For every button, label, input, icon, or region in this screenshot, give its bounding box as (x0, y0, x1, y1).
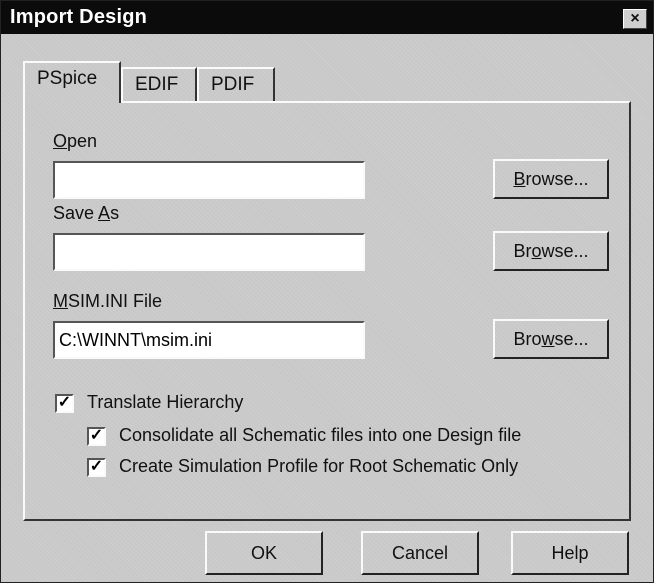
save-as-browse-button[interactable]: Browse... (493, 231, 609, 271)
window-title: Import Design (10, 6, 148, 28)
title-bar[interactable]: Import Design × (1, 1, 653, 34)
simulation-profile-checkbox[interactable]: ✓ (87, 458, 106, 477)
tab-pdif-label: PDIF (211, 74, 255, 95)
translate-hierarchy-checkbox[interactable]: ✓ (55, 394, 74, 413)
checkmark-icon: ✓ (89, 427, 104, 444)
save-as-input[interactable] (53, 233, 365, 271)
pspice-tab-panel: Open Browse... Save As Browse... MSIM.IN… (23, 101, 631, 521)
checkmark-icon: ✓ (89, 458, 104, 475)
tab-pspice-label: PSpice (37, 68, 98, 89)
translate-hierarchy-label: Translate Hierarchy (87, 392, 244, 412)
close-button[interactable]: × (623, 9, 647, 29)
tab-edif[interactable]: EDIF (121, 67, 197, 101)
msim-ini-label: MSIM.INI File (53, 291, 163, 311)
tab-pdif[interactable]: PDIF (197, 67, 275, 101)
open-label: Open (53, 131, 98, 151)
consolidate-label: Consolidate all Schematic files into one… (119, 425, 522, 445)
consolidate-checkbox[interactable]: ✓ (87, 427, 106, 446)
save-as-label: Save As (53, 203, 120, 223)
tab-edif-label: EDIF (135, 74, 179, 95)
cancel-button[interactable]: Cancel (361, 531, 479, 575)
msim-ini-input[interactable] (53, 321, 365, 359)
close-icon: × (630, 10, 640, 27)
open-browse-button[interactable]: Browse... (493, 159, 609, 199)
simulation-profile-label: Create Simulation Profile for Root Schem… (119, 456, 519, 476)
ok-button[interactable]: OK (205, 531, 323, 575)
msim-ini-browse-button[interactable]: Browse... (493, 319, 609, 359)
help-button[interactable]: Help (511, 531, 629, 575)
open-input[interactable] (53, 161, 365, 199)
checkmark-icon: ✓ (57, 394, 72, 411)
import-design-dialog: Import Design × PSpice EDIF PDIF Open Br… (0, 0, 654, 583)
tab-pspice[interactable]: PSpice (23, 61, 121, 103)
